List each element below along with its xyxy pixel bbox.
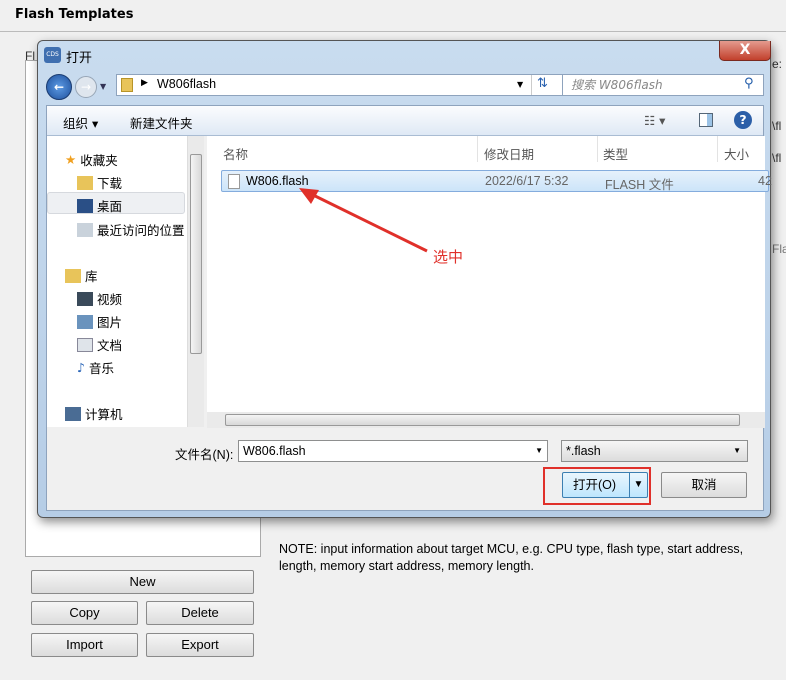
note-text: NOTE: input information about target MCU… (279, 542, 744, 573)
copy-button[interactable]: Copy (31, 601, 138, 625)
delete-button[interactable]: Delete (146, 601, 254, 625)
filename-input[interactable]: W806.flash ▼ (238, 440, 548, 462)
path-fragment: \fl (772, 151, 782, 165)
nav-item-music[interactable]: ♪ 音乐 (77, 358, 114, 377)
import-button[interactable]: Import (31, 633, 138, 657)
file-icon (228, 174, 240, 189)
picture-icon (77, 314, 93, 329)
file-list-hscrollbar[interactable] (207, 412, 765, 428)
path-fragment: \fl (772, 119, 782, 133)
column-modified[interactable]: 修改日期 (484, 144, 534, 163)
video-icon (77, 291, 93, 306)
annotation-label: 选中 (433, 248, 464, 266)
help-icon[interactable]: ? (734, 111, 752, 129)
organize-menu[interactable]: 组织 ▾ (63, 113, 98, 132)
filename-label: 文件名(N): (175, 448, 234, 462)
nav-item-downloads[interactable]: 下载 (77, 173, 122, 192)
nav-item-recent[interactable]: 最近访问的位置 (77, 220, 185, 239)
view-options-icon[interactable]: ☷ ▾ (644, 113, 665, 128)
open-dropdown-icon[interactable]: ▼ (629, 473, 647, 497)
search-input[interactable]: 搜索 W806flash (562, 74, 764, 96)
app-icon: CDS (44, 47, 61, 63)
chevron-right-icon[interactable]: ▶ (141, 78, 148, 88)
column-name[interactable]: 名称 (223, 144, 248, 163)
address-bar[interactable]: ▶ W806flash ▼ ⇅ (116, 74, 591, 96)
forward-button[interactable]: → (75, 76, 97, 98)
nav-item-videos[interactable]: 视频 (77, 289, 122, 308)
close-button[interactable]: X (719, 41, 771, 61)
nav-scrollbar[interactable] (187, 136, 204, 427)
nav-item-desktop[interactable]: 桌面 (77, 196, 122, 215)
file-list: 名称 修改日期 类型 大小 W806.flash 2022/6/17 5:32 … (207, 136, 772, 412)
desktop-icon (77, 198, 93, 213)
history-dropdown-icon[interactable]: ▼ (100, 82, 106, 91)
nav-item-computer[interactable]: 计算机 (65, 404, 123, 423)
column-type[interactable]: 类型 (603, 144, 628, 163)
refresh-icon[interactable]: ⇅ (537, 76, 548, 91)
search-icon[interactable]: ⚲ (744, 76, 754, 91)
scrollbar-thumb[interactable] (190, 154, 202, 354)
cancel-button[interactable]: 取消 (661, 472, 747, 498)
back-button[interactable]: ← (46, 74, 72, 100)
recent-places-icon (77, 222, 93, 237)
window-title: Flash Templates (15, 7, 134, 22)
new-folder-button[interactable]: 新建文件夹 (130, 113, 193, 132)
document-icon (77, 337, 93, 352)
annotation-arrow (299, 188, 428, 253)
folder-icon (121, 78, 133, 92)
export-button[interactable]: Export (146, 633, 254, 657)
open-file-dialog: CDS 打开 X ← → ▼ ▶ W806flash ▼ ⇅ 搜索 W806fl… (37, 40, 772, 518)
label-fragment: Fla (772, 242, 786, 256)
open-button[interactable]: 打开(O) ▼ (562, 472, 648, 498)
star-icon: ★ (65, 152, 77, 167)
music-icon: ♪ (77, 360, 85, 375)
nav-item-pictures[interactable]: 图片 (77, 312, 122, 331)
column-size[interactable]: 大小 (724, 144, 749, 163)
navigation-pane: ★ 收藏夹 下载 桌面 最近访问的位置 库 视频 图片 文档 ♪ 音乐 计算机 (47, 136, 203, 427)
preview-pane-icon[interactable] (699, 113, 713, 127)
field-label-fragment: e: (772, 57, 783, 71)
dialog-title: 打开 (66, 51, 93, 66)
nav-item-favorites[interactable]: ★ 收藏夹 (65, 150, 118, 169)
address-dropdown-icon[interactable]: ▼ (517, 80, 523, 89)
scrollbar-thumb[interactable] (225, 414, 740, 426)
library-icon (65, 268, 81, 283)
computer-icon (65, 406, 81, 421)
nav-item-libraries[interactable]: 库 (65, 266, 98, 285)
file-type-select[interactable]: *.flash ▼ (561, 440, 748, 462)
nav-item-documents[interactable]: 文档 (77, 335, 122, 354)
new-button[interactable]: New (31, 570, 254, 594)
address-path: W806flash (157, 77, 217, 91)
divider (0, 31, 786, 32)
download-folder-icon (77, 175, 93, 190)
